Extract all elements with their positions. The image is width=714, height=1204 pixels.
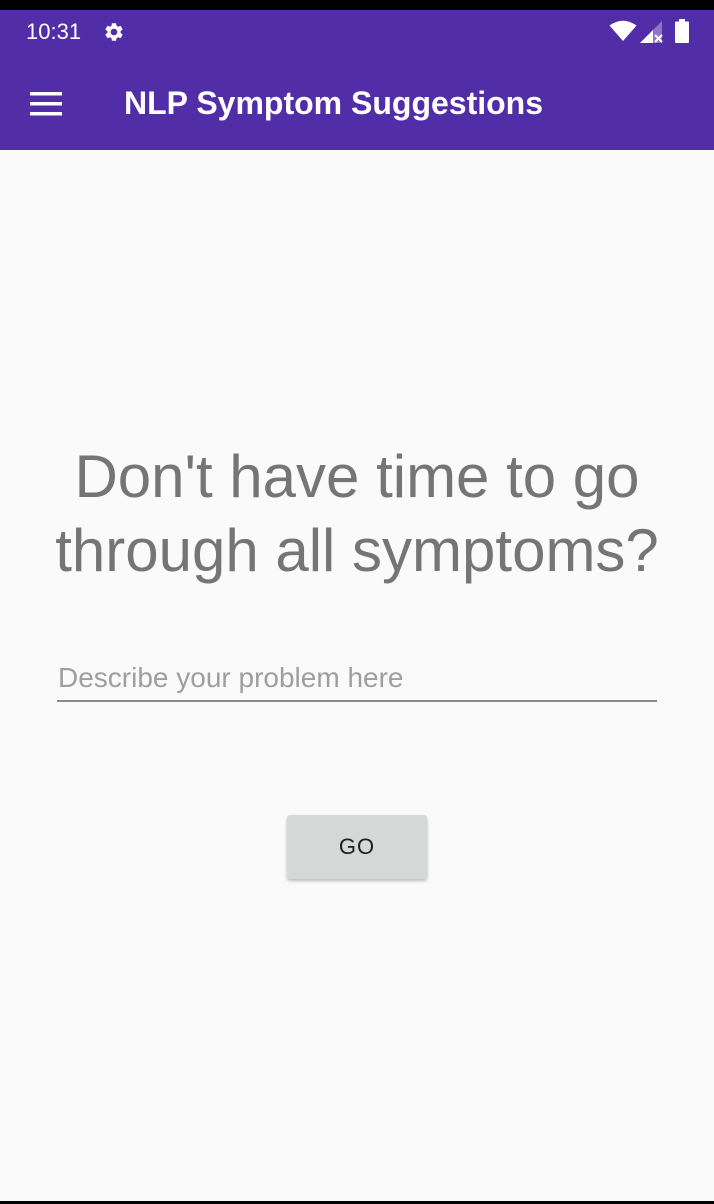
app-bar: NLP Symptom Suggestions	[0, 56, 714, 150]
app-title: NLP Symptom Suggestions	[124, 85, 544, 121]
go-button[interactable]: GO	[287, 815, 427, 879]
top-screen-edge	[0, 0, 714, 10]
problem-description-input[interactable]	[57, 656, 657, 702]
battery-icon	[675, 19, 689, 43]
menu-icon[interactable]	[24, 84, 68, 124]
wifi-icon	[609, 20, 637, 41]
headline: Don't have time to go through all sympto…	[55, 443, 659, 584]
gear-icon	[105, 23, 123, 41]
status-bar: 10:31	[0, 10, 714, 56]
signal-icon	[640, 21, 663, 43]
status-time: 10:31	[26, 19, 82, 44]
app-screen: 10:31 NLP Symptom Suggestions Don't have…	[0, 0, 714, 1204]
